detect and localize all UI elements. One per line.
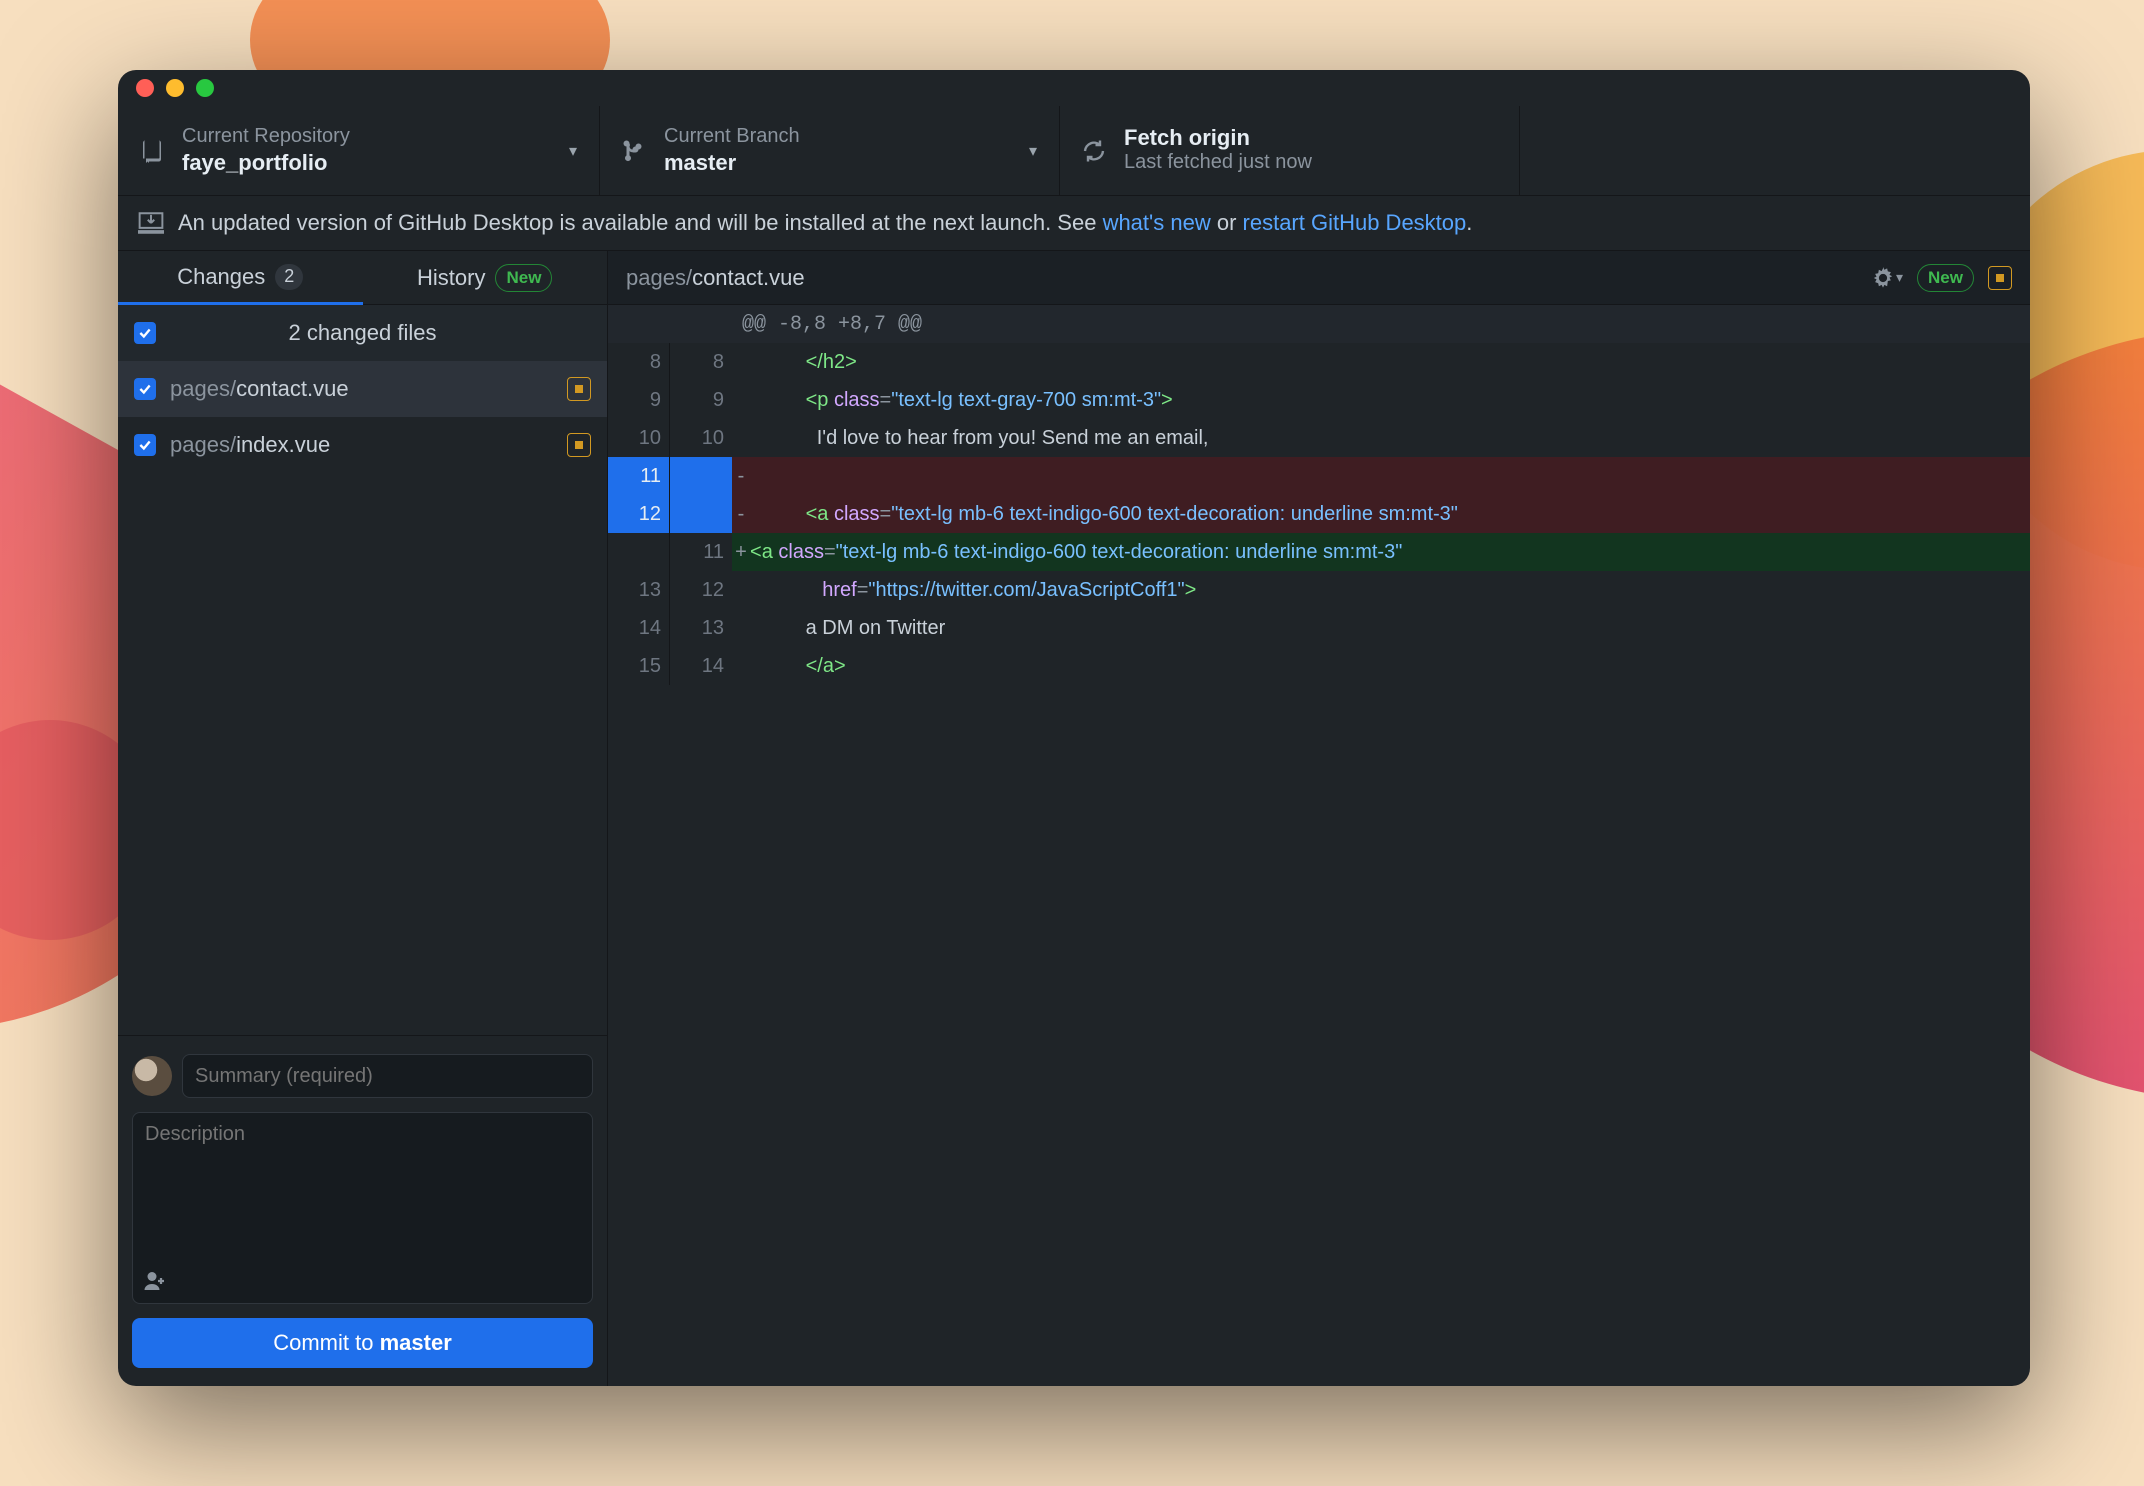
chevron-down-icon: ▾ bbox=[1029, 141, 1037, 161]
banner-text: An updated version of GitHub Desktop is … bbox=[178, 210, 1472, 236]
diff-line[interactable]: 12- <a class="text-lg mb-6 text-indigo-6… bbox=[608, 495, 2030, 533]
new-badge: New bbox=[495, 264, 552, 292]
diff-panel: pages/contact.vue ▾ New @@ -8,8 +8,7 @@ … bbox=[608, 251, 2030, 1386]
repo-label: Current Repository bbox=[182, 125, 350, 148]
diff-line[interactable]: 1010 I'd love to hear from you! Send me … bbox=[608, 419, 2030, 457]
avatar bbox=[132, 1056, 172, 1096]
diff-settings-icon[interactable]: ▾ bbox=[1872, 267, 1903, 289]
modified-icon bbox=[1988, 266, 2012, 290]
fetch-sub: Last fetched just now bbox=[1124, 151, 1312, 174]
modified-icon bbox=[567, 377, 591, 401]
file-checkbox[interactable] bbox=[134, 434, 156, 456]
fetch-button[interactable]: Fetch origin Last fetched just now bbox=[1060, 106, 1520, 195]
diff-line[interactable]: 88 </h2> bbox=[608, 343, 2030, 381]
branch-icon bbox=[622, 139, 646, 163]
hunk-header: @@ -8,8 +8,7 @@ bbox=[608, 305, 2030, 343]
titlebar bbox=[118, 70, 2030, 106]
whats-new-link[interactable]: what's new bbox=[1103, 210, 1211, 235]
description-input[interactable] bbox=[133, 1113, 592, 1263]
file-checkbox[interactable] bbox=[134, 378, 156, 400]
diff-line[interactable]: 1413 a DM on Twitter bbox=[608, 609, 2030, 647]
diff-line[interactable]: 11+<a class="text-lg mb-6 text-indigo-60… bbox=[608, 533, 2030, 571]
diff-new-badge: New bbox=[1917, 264, 1974, 292]
file-path: pages/contact.vue bbox=[170, 376, 349, 402]
repo-switcher[interactable]: Current Repository faye_portfolio ▾ bbox=[118, 106, 600, 195]
summary-input[interactable] bbox=[182, 1054, 593, 1098]
sidebar-tabs: Changes 2 History New bbox=[118, 251, 607, 305]
toolbar: Current Repository faye_portfolio ▾ Curr… bbox=[118, 106, 2030, 196]
sync-icon bbox=[1082, 139, 1106, 163]
minimize-dot[interactable] bbox=[166, 79, 184, 97]
tab-changes[interactable]: Changes 2 bbox=[118, 251, 363, 305]
zoom-dot[interactable] bbox=[196, 79, 214, 97]
file-list-header: 2 changed files bbox=[118, 305, 607, 361]
diff-path-dir: pages/ bbox=[626, 265, 692, 291]
add-coauthor-icon[interactable] bbox=[143, 1269, 167, 1293]
close-dot[interactable] bbox=[136, 79, 154, 97]
file-list: 2 changed files pages/contact.vue pages/i… bbox=[118, 305, 607, 1035]
sidebar: Changes 2 History New 2 changed files pa… bbox=[118, 251, 608, 1386]
modified-icon bbox=[567, 433, 591, 457]
branch-switcher[interactable]: Current Branch master ▾ bbox=[600, 106, 1060, 195]
desktop-download-icon bbox=[138, 210, 164, 236]
commit-button[interactable]: Commit to master bbox=[132, 1318, 593, 1368]
diff-line[interactable]: 1514 </a> bbox=[608, 647, 2030, 685]
tab-history[interactable]: History New bbox=[363, 251, 608, 305]
tab-history-label: History bbox=[417, 265, 485, 291]
chevron-down-icon: ▾ bbox=[569, 141, 577, 161]
repo-value: faye_portfolio bbox=[182, 150, 350, 176]
file-list-count: 2 changed files bbox=[289, 320, 437, 346]
file-path: pages/index.vue bbox=[170, 432, 330, 458]
select-all-checkbox[interactable] bbox=[134, 322, 156, 344]
diff-path-name: contact.vue bbox=[692, 265, 805, 291]
file-row[interactable]: pages/contact.vue bbox=[118, 361, 607, 417]
toolbar-spacer bbox=[1520, 106, 2030, 195]
repo-icon bbox=[140, 139, 164, 163]
diff-header: pages/contact.vue ▾ New bbox=[608, 251, 2030, 305]
changes-count: 2 bbox=[275, 264, 303, 290]
file-row[interactable]: pages/index.vue bbox=[118, 417, 607, 473]
branch-label: Current Branch bbox=[664, 125, 800, 148]
update-banner: An updated version of GitHub Desktop is … bbox=[118, 196, 2030, 251]
restart-link[interactable]: restart GitHub Desktop bbox=[1243, 210, 1467, 235]
tab-changes-label: Changes bbox=[177, 264, 265, 290]
diff-line[interactable]: 99 <p class="text-lg text-gray-700 sm:mt… bbox=[608, 381, 2030, 419]
branch-value: master bbox=[664, 150, 800, 176]
diff-line[interactable]: 1312 href="https://twitter.com/JavaScrip… bbox=[608, 571, 2030, 609]
fetch-title: Fetch origin bbox=[1124, 125, 1312, 151]
app-window: Current Repository faye_portfolio ▾ Curr… bbox=[118, 70, 2030, 1386]
commit-form: Commit to master bbox=[118, 1035, 607, 1386]
diff-line[interactable]: 11- bbox=[608, 457, 2030, 495]
